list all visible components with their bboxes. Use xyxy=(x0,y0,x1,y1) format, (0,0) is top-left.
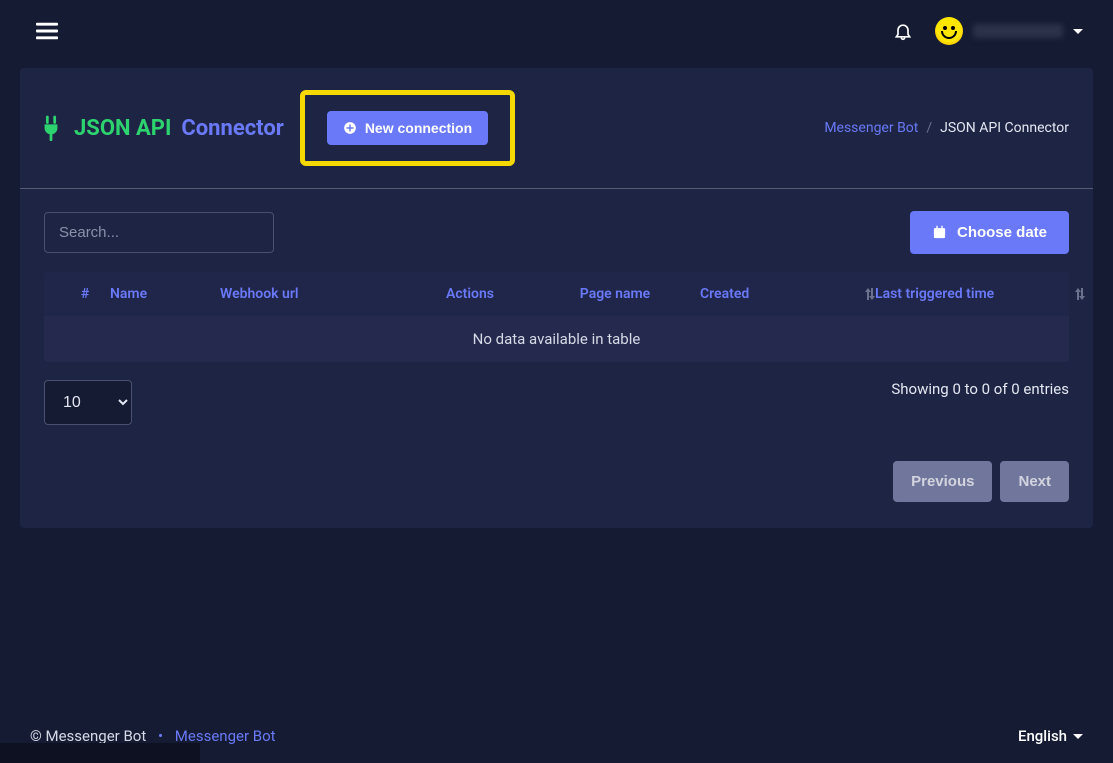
table-body: No data available in table xyxy=(44,316,1069,362)
chevron-down-icon xyxy=(1073,734,1083,739)
col-created[interactable]: Created xyxy=(700,286,875,302)
choose-date-button[interactable]: Choose date xyxy=(910,211,1069,254)
panel-header: JSON API Connector New connection Messen… xyxy=(20,68,1093,189)
page-size-select[interactable]: 10 xyxy=(44,380,132,425)
col-last-triggered[interactable]: Last triggered time xyxy=(875,286,1085,302)
page-title-part2: Connector xyxy=(181,116,283,141)
bell-icon xyxy=(893,20,913,42)
col-page-name[interactable]: Page name xyxy=(530,286,700,302)
chevron-down-icon xyxy=(1073,29,1083,34)
new-connection-highlight: New connection xyxy=(300,90,515,166)
col-index[interactable]: # xyxy=(60,286,110,302)
table-footer-row: 10 Showing 0 to 0 of 0 entries xyxy=(20,362,1093,431)
col-webhook[interactable]: Webhook url xyxy=(220,286,410,302)
sort-icon xyxy=(1075,288,1085,300)
plug-icon xyxy=(40,115,62,141)
page-title-group: JSON API Connector New connection xyxy=(40,90,515,166)
notifications-button[interactable] xyxy=(893,20,913,42)
calendar-icon xyxy=(932,225,947,240)
corner-bar xyxy=(0,743,200,763)
search-input[interactable] xyxy=(44,212,274,253)
breadcrumb-current: JSON API Connector xyxy=(940,120,1069,136)
sort-icon xyxy=(865,288,875,300)
pagination: Previous Next xyxy=(20,431,1093,528)
user-menu[interactable] xyxy=(935,17,1083,45)
previous-button[interactable]: Previous xyxy=(893,461,992,502)
main-panel: JSON API Connector New connection Messen… xyxy=(20,68,1093,528)
avatar xyxy=(935,17,963,45)
plus-circle-icon xyxy=(343,121,357,135)
top-bar-right xyxy=(893,17,1083,45)
page-title: JSON API Connector xyxy=(74,116,284,141)
col-actions[interactable]: Actions xyxy=(410,286,530,302)
language-label: English xyxy=(1018,727,1067,745)
data-table: # Name Webhook url Actions Page name Cre… xyxy=(20,272,1093,362)
col-name[interactable]: Name xyxy=(110,286,220,302)
table-empty-message: No data available in table xyxy=(44,316,1069,362)
page-title-part1: JSON API xyxy=(74,116,171,141)
menu-toggle-button[interactable] xyxy=(36,20,58,42)
top-bar xyxy=(0,0,1113,62)
breadcrumb: Messenger Bot / JSON API Connector xyxy=(824,120,1069,136)
new-connection-button[interactable]: New connection xyxy=(327,111,488,145)
next-button[interactable]: Next xyxy=(1000,461,1069,502)
choose-date-label: Choose date xyxy=(957,224,1047,241)
language-switcher[interactable]: English xyxy=(1018,727,1083,745)
breadcrumb-separator: / xyxy=(926,120,932,136)
new-connection-label: New connection xyxy=(365,120,472,136)
username-placeholder xyxy=(973,24,1063,38)
table-header-row: # Name Webhook url Actions Page name Cre… xyxy=(44,272,1069,316)
breadcrumb-parent-link[interactable]: Messenger Bot xyxy=(824,120,918,136)
showing-entries-text: Showing 0 to 0 of 0 entries xyxy=(891,380,1069,398)
bars-icon xyxy=(36,20,58,42)
controls-row: Choose date xyxy=(20,189,1093,272)
